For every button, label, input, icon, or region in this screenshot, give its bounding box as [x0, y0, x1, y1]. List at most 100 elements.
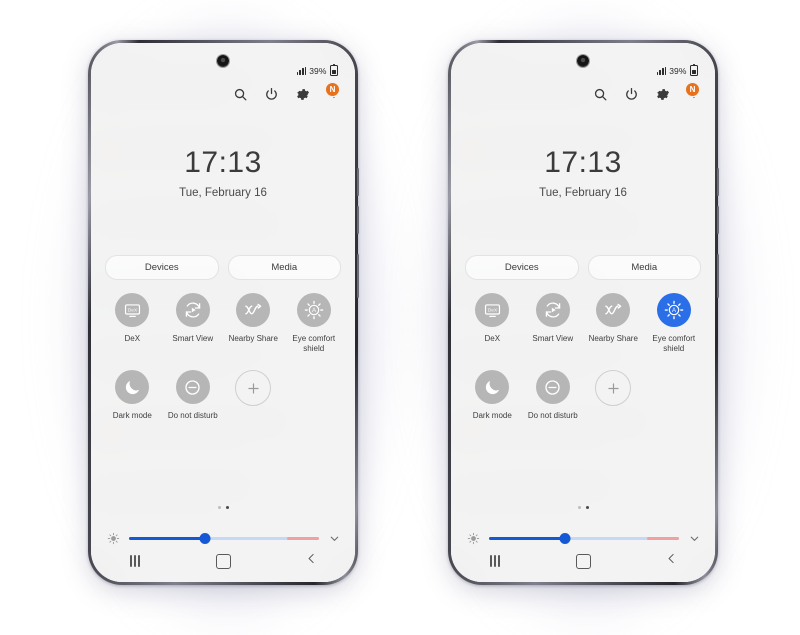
- back-button[interactable]: [267, 552, 355, 570]
- quick-tile-smart-view[interactable]: Smart View: [523, 293, 584, 354]
- media-button[interactable]: Media: [587, 255, 701, 280]
- brightness-row: [467, 531, 701, 545]
- quick-tile-button[interactable]: [596, 293, 631, 327]
- eye-comfort-shield-icon: A: [663, 299, 685, 321]
- quick-tile-button[interactable]: [535, 370, 570, 404]
- chevron-down-icon[interactable]: [688, 532, 701, 545]
- svg-text:A: A: [312, 308, 317, 314]
- front-camera-icon: [217, 55, 229, 67]
- quick-tile-button[interactable]: [236, 293, 271, 327]
- quick-tile-nearby-share[interactable]: Nearby Share: [223, 293, 284, 354]
- quick-tile-button[interactable]: [235, 370, 272, 406]
- more-options-icon[interactable]: N: [326, 83, 341, 102]
- brightness-slider[interactable]: [129, 531, 319, 545]
- power-side-button[interactable]: [717, 254, 719, 298]
- home-icon: [215, 553, 231, 569]
- chevron-down-icon[interactable]: [328, 532, 341, 545]
- slider-thumb[interactable]: [559, 532, 571, 544]
- power-icon[interactable]: [264, 87, 279, 102]
- quick-tile-label: Eye comfort shield: [652, 334, 696, 353]
- quick-tile-dex[interactable]: DeX DeX: [462, 293, 523, 354]
- recents-button[interactable]: [451, 555, 539, 567]
- devices-button[interactable]: Devices: [465, 255, 579, 280]
- eye-comfort-shield-icon: A: [303, 299, 325, 321]
- battery-percent-label: 39%: [669, 65, 687, 76]
- quick-tile-dark-mode[interactable]: Dark mode: [102, 370, 163, 421]
- slider-fill: [489, 536, 565, 540]
- quick-tile-button[interactable]: [475, 370, 510, 404]
- volume-down-button[interactable]: [357, 206, 359, 234]
- slider-fill: [129, 536, 205, 540]
- quick-tile-empty: [284, 370, 345, 421]
- quick-tile-nearby-share[interactable]: Nearby Share: [583, 293, 644, 354]
- quick-tile-button[interactable]: [175, 293, 210, 327]
- quick-tile-dark-mode[interactable]: Dark mode: [462, 370, 523, 421]
- devices-button[interactable]: Devices: [105, 255, 219, 280]
- quick-tile-add[interactable]: [223, 370, 284, 421]
- back-icon: [665, 552, 678, 570]
- page-dot-current[interactable]: [585, 506, 589, 509]
- svg-text:DeX: DeX: [128, 307, 138, 313]
- phone-left: 39% N 17:13 Tue, February 16 Devices Med…: [88, 40, 359, 585]
- clock-date: Tue, February 16: [179, 187, 267, 199]
- search-icon[interactable]: [233, 87, 248, 102]
- quick-tile-label: Eye comfort shield: [292, 334, 336, 353]
- quick-tile-add[interactable]: [583, 370, 644, 421]
- do-not-disturb-icon: [183, 378, 202, 397]
- add-icon: [245, 380, 262, 397]
- quick-tile-smart-view[interactable]: Smart View: [163, 293, 224, 354]
- gear-icon[interactable]: [295, 87, 310, 102]
- power-side-button[interactable]: [357, 254, 359, 298]
- do-not-disturb-icon: [543, 378, 562, 397]
- quick-tile-eye-comfort-shield[interactable]: A Eye comfort shield: [284, 293, 345, 354]
- back-button[interactable]: [627, 552, 715, 570]
- more-options-icon[interactable]: N: [686, 83, 701, 102]
- quick-tile-label: Dark mode: [112, 411, 152, 420]
- recents-button[interactable]: [91, 555, 179, 567]
- quick-tile-do-not-disturb[interactable]: Do not disturb: [163, 370, 224, 421]
- search-icon[interactable]: [593, 87, 608, 102]
- quick-tile-button[interactable]: A: [296, 293, 331, 327]
- home-button[interactable]: [539, 553, 627, 569]
- page-dot-current[interactable]: [225, 506, 229, 509]
- volume-down-button[interactable]: [717, 206, 719, 234]
- slider-warm-segment: [286, 536, 319, 540]
- quick-tile-button[interactable]: [535, 293, 570, 327]
- quick-tiles-grid: DeX DeX Smart View Nearby Share A Eye co…: [462, 293, 704, 421]
- clock-widget[interactable]: 17:13 Tue, February 16: [451, 148, 715, 200]
- brightness-slider[interactable]: [489, 531, 679, 545]
- media-button[interactable]: Media: [227, 255, 341, 280]
- clock-widget[interactable]: 17:13 Tue, February 16: [91, 146, 355, 200]
- quick-tile-button[interactable]: A: [656, 293, 691, 327]
- home-button[interactable]: [179, 553, 267, 569]
- quick-tile-button[interactable]: [115, 370, 150, 404]
- quick-tiles-row-1: DeX DeX Smart View Nearby Share A Eye co…: [462, 293, 704, 354]
- slider-thumb[interactable]: [199, 532, 211, 544]
- nearby-share-icon: [243, 300, 263, 320]
- battery-icon: [689, 63, 698, 76]
- svg-text:A: A: [672, 308, 677, 314]
- page-dot[interactable]: [217, 506, 221, 509]
- quick-tile-button[interactable]: DeX: [475, 293, 510, 327]
- clock-time: 17:13: [184, 146, 262, 179]
- notification-badge: N: [326, 83, 339, 96]
- quick-tile-do-not-disturb[interactable]: Do not disturb: [523, 370, 584, 421]
- gear-icon[interactable]: [655, 87, 670, 102]
- shortcut-row: Devices Media: [105, 255, 341, 280]
- quick-tile-eye-comfort-shield[interactable]: A Eye comfort shield: [644, 293, 705, 354]
- power-icon[interactable]: [624, 87, 639, 102]
- quick-tile-label: Nearby Share: [228, 334, 278, 343]
- volume-up-button[interactable]: [717, 168, 719, 196]
- page-dot[interactable]: [577, 506, 581, 509]
- volume-up-button[interactable]: [357, 168, 359, 196]
- svg-text:DeX: DeX: [488, 307, 498, 313]
- quick-tile-dex[interactable]: DeX DeX: [102, 293, 163, 354]
- quick-tile-button[interactable]: [595, 370, 632, 406]
- quick-settings-header: N: [593, 83, 701, 102]
- quick-tile-button[interactable]: DeX: [115, 293, 150, 327]
- quick-tile-label: Smart View: [532, 334, 574, 343]
- signal-bars-icon: [296, 66, 307, 75]
- quick-tile-button[interactable]: [175, 370, 210, 404]
- phone-screen: 39% N 17:13 Tue, February 16 Devices Med…: [91, 43, 355, 582]
- quick-tile-label: Nearby Share: [588, 334, 638, 343]
